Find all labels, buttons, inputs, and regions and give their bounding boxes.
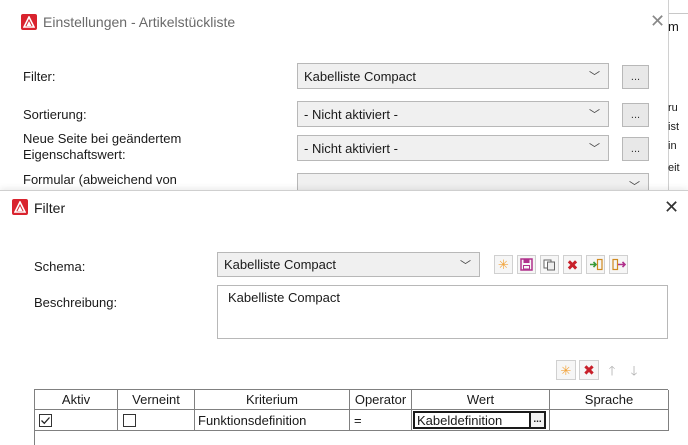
sort-more-button[interactable]: ... [622,103,649,127]
arrow-up-icon: 🡑 [608,362,616,378]
edge-line [669,0,688,14]
form-label: Formular (abweichend von [23,172,177,187]
new-page-more-button[interactable]: ... [622,137,649,161]
edge-text: eit [668,162,680,174]
table-row-wert-cell[interactable]: Kabeldefinition ... [412,410,550,431]
chevron-down-icon: ﹀ [589,143,600,155]
description-label: Beschreibung: [34,295,118,310]
sort-select-value: - Nicht aktiviert - [304,106,398,122]
floppy-icon [520,258,533,271]
new-page-select-value: - Nicht aktiviert - [304,140,398,156]
edge-text: m [668,19,679,34]
settings-window-title: Einstellungen - Artikelstückliste [43,14,236,30]
close-icon[interactable]: ✕ [664,198,679,216]
schema-label: Schema: [34,259,86,274]
table-row-kriterium-cell[interactable]: Funktionsdefinition [195,410,350,431]
move-down-button[interactable]: 🡓 [624,360,644,380]
sun-icon: ✳ [498,257,509,272]
column-header-kriterium[interactable]: Kriterium [195,390,350,410]
wert-value: Kabeldefinition [417,412,503,428]
new-page-select[interactable]: - Nicht aktiviert - ﹀ [297,135,609,161]
criteria-table: Aktiv Verneint Kriterium Operator Wert S… [34,389,669,445]
description-value: Kabelliste Compact [228,290,340,305]
filter-select[interactable]: Kabelliste Compact ﹀ [297,63,609,89]
table-row-sprache-cell[interactable] [550,410,669,431]
red-x-icon: ✖ [583,362,595,378]
settings-close-icon[interactable]: ✕ [650,12,665,30]
edge-text: in [668,140,677,152]
new-page-label: Neue Seite bei geändertem Eigenschaftswe… [23,131,182,162]
chevron-down-icon: ﹀ [589,109,600,121]
new-schema-button[interactable]: ✳ [494,255,513,274]
edge-text: ru [668,102,678,114]
app-logo-icon [21,14,37,30]
import-icon [589,258,603,271]
import-schema-button[interactable] [586,255,605,274]
aktiv-checkbox[interactable] [39,413,52,427]
column-header-wert[interactable]: Wert [412,390,550,410]
move-up-button[interactable]: 🡑 [602,360,622,380]
export-icon [611,258,626,271]
schema-select[interactable]: Kabelliste Compact ﹀ [217,252,480,277]
arrow-down-icon: 🡓 [630,362,638,378]
filter-dialog-title: Filter [34,200,66,216]
copy-icon [543,259,555,271]
checkmark-icon [41,416,50,424]
column-header-operator[interactable]: Operator [350,390,412,410]
schema-select-value: Kabelliste Compact [224,257,336,272]
wert-more-button[interactable]: ... [529,411,546,429]
verneint-checkbox[interactable] [123,413,136,427]
column-header-verneint[interactable]: Verneint [118,390,195,410]
sort-label: Sortierung: [23,107,87,122]
save-schema-button[interactable] [517,255,536,274]
column-header-aktiv[interactable]: Aktiv [35,390,118,410]
chevron-down-icon: ﹀ [589,71,600,83]
delete-schema-button[interactable]: ✖ [563,255,582,274]
description-textarea[interactable]: Kabelliste Compact [217,285,668,339]
add-row-button[interactable]: ✳ [556,360,576,380]
red-x-icon: ✖ [566,256,579,273]
table-row-aktiv-cell [35,410,118,431]
filter-dialog: Filter ✕ Schema: Kabelliste Compact ﹀ ✳ … [0,190,688,445]
table-row-verneint-cell [118,410,195,431]
wert-editor[interactable]: Kabeldefinition [413,411,533,429]
chevron-down-icon: ﹀ [460,259,471,272]
settings-window: Einstellungen - Artikelstückliste ✕ Filt… [0,0,668,205]
table-row-operator-cell[interactable]: = [350,410,412,431]
delete-row-button[interactable]: ✖ [579,360,599,380]
sort-select[interactable]: - Nicht aktiviert - ﹀ [297,101,609,127]
edge-text: ist [668,121,679,133]
export-schema-button[interactable] [609,255,628,274]
sun-icon: ✳ [560,362,572,378]
app-logo-icon [12,199,28,215]
copy-schema-button[interactable] [540,255,559,274]
filter-select-value: Kabelliste Compact [304,68,416,84]
column-header-sprache[interactable]: Sprache [550,390,669,410]
filter-label: Filter: [23,69,56,84]
filter-more-button[interactable]: ... [622,65,649,89]
